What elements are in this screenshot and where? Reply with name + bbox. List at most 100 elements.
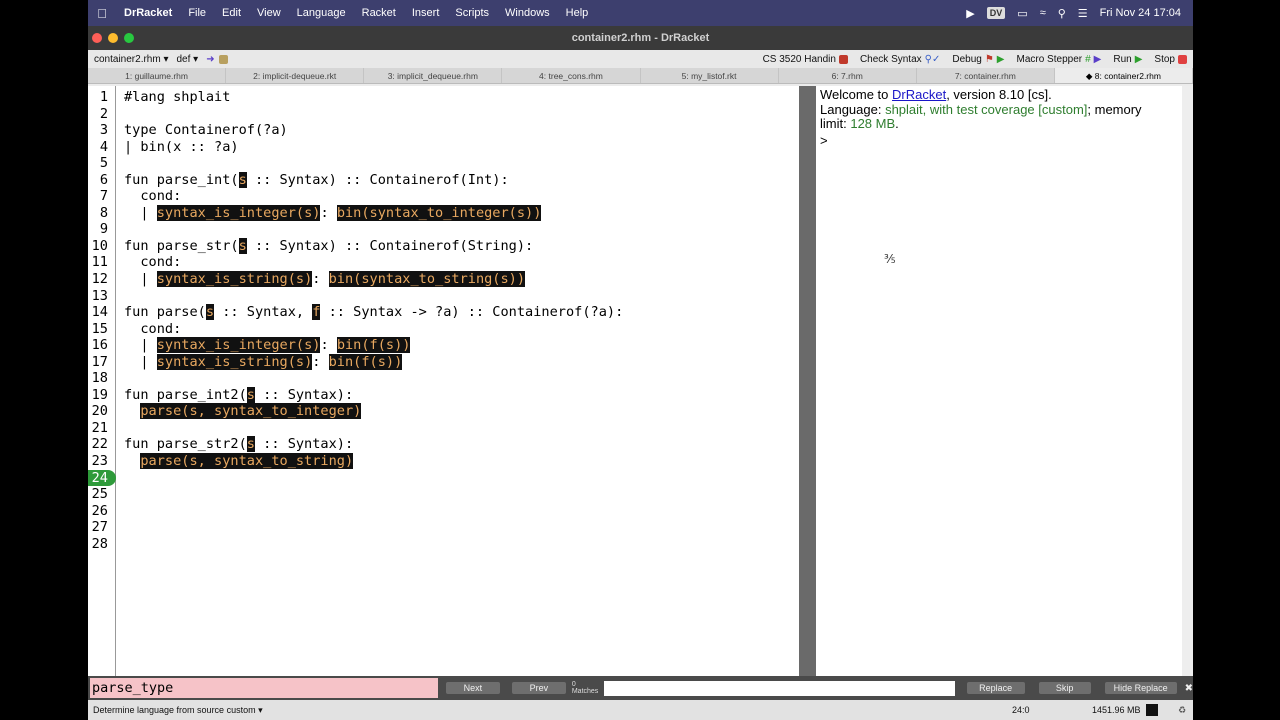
code-line[interactable]: 21	[88, 420, 623, 437]
code-line[interactable]: 10 fun parse_str(s :: Syntax) :: Containe…	[88, 237, 623, 255]
control-center-icon[interactable]: ☰	[1078, 7, 1088, 20]
search-input[interactable]: parse_type	[90, 678, 438, 698]
media-play-icon[interactable]: ▶	[966, 7, 974, 20]
code-line[interactable]: 11 cond:	[88, 254, 623, 271]
run-icon: ▶	[1134, 53, 1143, 65]
menu-racket[interactable]: Racket	[354, 7, 404, 19]
skip-button[interactable]: Skip	[1038, 682, 1091, 694]
run-button[interactable]: Run ▶	[1109, 54, 1146, 65]
code-line[interactable]: 27	[88, 519, 623, 536]
code-line[interactable]: 28	[88, 536, 623, 553]
find-prev-button[interactable]: Prev	[511, 682, 566, 694]
tab-container[interactable]: 7: container.rhm	[917, 68, 1055, 83]
menu-insert[interactable]: Insert	[404, 7, 448, 19]
code-line[interactable]: 19 fun parse_int2(s :: Syntax):	[88, 386, 623, 404]
tab-implicit-dequeue-rkt[interactable]: 2: implicit-dequeue.rkt	[226, 68, 365, 83]
replace-input[interactable]	[603, 680, 955, 696]
window-titlebar: container2.rhm - DrRacket	[88, 26, 1193, 50]
code-line[interactable]: 13	[88, 288, 623, 305]
definitions-popup-menu[interactable]: def ▾	[173, 54, 203, 65]
tab-guillaume[interactable]: 1: guillaume.rhm	[88, 68, 227, 83]
minimize-window-button[interactable]	[108, 33, 118, 43]
repl-memory-limit: limit: 128 MB.	[820, 116, 1178, 132]
line-number: 14	[91, 304, 108, 321]
code-line[interactable]: 14 fun parse(s :: Syntax, f :: Syntax -> …	[88, 304, 623, 321]
pane-splitter[interactable]	[799, 86, 816, 676]
interactions-pane[interactable]: Welcome to DrRacket, version 8.10 [cs]. …	[816, 86, 1182, 676]
code-highlight: bin(syntax_to_string(s))	[328, 271, 526, 288]
language-selector[interactable]: Determine language from source custom ▾	[93, 705, 263, 716]
code-line[interactable]: 20 parse(s, syntax_to_integer)	[88, 403, 623, 420]
check-syntax-button[interactable]: Check Syntax ⚲✓	[856, 54, 944, 65]
arrow-icon[interactable]: ➜	[202, 54, 218, 65]
line-number: 8	[99, 204, 108, 221]
code-line[interactable]: 4 | bin(x :: ?a)	[88, 139, 623, 156]
memory-usage[interactable]: 1451.96 MB	[1092, 705, 1141, 715]
save-icon[interactable]	[218, 54, 228, 64]
code-line[interactable]: 16 | syntax_is_integer(s): bin(f(s))	[88, 337, 623, 354]
code-line[interactable]: 3 type Containerof(?a)	[88, 122, 623, 139]
code-line[interactable]: 12 | syntax_is_string(s): bin(syntax_to_…	[88, 271, 623, 288]
tab-my-listof[interactable]: 5: my_listof.rkt	[641, 68, 779, 83]
code-area[interactable]: 1 #lang shplait 2 3 type Containerof(?a) 4 | b…	[88, 89, 623, 552]
wifi-icon[interactable]: ≈	[1040, 7, 1046, 19]
code-line[interactable]: 7 cond:	[88, 188, 623, 205]
definitions-editor[interactable]: 1 #lang shplait 2 3 type Containerof(?a) 4 | b…	[88, 86, 799, 676]
battery-icon[interactable]: ▭	[1017, 7, 1027, 20]
code-line[interactable]: 9	[88, 221, 623, 238]
code-line[interactable]: 18	[88, 370, 623, 387]
tab-tree-cons[interactable]: 4: tree_cons.rhm	[502, 68, 641, 83]
menu-edit[interactable]: Edit	[214, 7, 249, 19]
menu-app-name[interactable]: DrRacket	[116, 7, 180, 19]
code-text: fun parse(	[124, 304, 206, 321]
code-line[interactable]: 15 cond:	[88, 321, 623, 338]
menu-help[interactable]: Help	[558, 7, 597, 19]
menu-file[interactable]: File	[180, 7, 214, 19]
menu-language[interactable]: Language	[289, 7, 354, 19]
drracket-link[interactable]: DrRacket	[892, 87, 946, 102]
debug-button[interactable]: Debug ⚑ ▶	[948, 54, 1008, 65]
macro-stepper-button[interactable]: Macro Stepper # ▶	[1013, 54, 1106, 65]
recycle-icon[interactable]: ♻	[1178, 705, 1186, 716]
code-highlight: s	[246, 436, 255, 453]
line-number: 23	[91, 453, 108, 470]
hide-replace-button[interactable]: Hide Replace	[1104, 682, 1177, 694]
menu-scripts[interactable]: Scripts	[447, 7, 497, 19]
dv-badge[interactable]: DV	[986, 7, 1006, 19]
repl-version: , version 8.10 [cs].	[946, 87, 1052, 102]
apple-icon[interactable]: 	[88, 6, 116, 21]
zoom-window-button[interactable]	[124, 33, 134, 43]
code-line[interactable]: 25	[88, 486, 623, 503]
code-line[interactable]: 5	[88, 155, 623, 172]
search-icon[interactable]: ⚲	[1058, 7, 1066, 20]
file-popup-menu[interactable]: container2.rhm ▾	[90, 54, 173, 65]
line-number: 16	[91, 337, 108, 354]
code-line[interactable]: 22 fun parse_str2(s :: Syntax):	[88, 436, 623, 453]
code-line[interactable]: 1 #lang shplait	[88, 89, 623, 106]
code-line[interactable]: 17 | syntax_is_string(s): bin(f(s))	[88, 353, 623, 371]
code-line[interactable]: 2	[88, 106, 623, 123]
handin-button[interactable]: CS 3520 Handin	[759, 54, 852, 65]
code-line[interactable]: 26	[88, 503, 623, 520]
code-text: fun parse_str2(	[124, 436, 247, 453]
menubar-clock[interactable]: Fri Nov 24 17:04	[1100, 7, 1181, 19]
code-line[interactable]: 8 | syntax_is_integer(s): bin(syntax_to_…	[88, 204, 623, 222]
close-find-icon[interactable]: ✖	[1185, 683, 1193, 694]
code-highlight: parse(s, syntax_to_string)	[140, 453, 354, 470]
menu-view[interactable]: View	[249, 7, 289, 19]
code-line[interactable]: 6 fun parse_int(s :: Syntax) :: Container…	[88, 171, 623, 189]
code-line[interactable]: 24	[88, 469, 623, 487]
macro-stepper-icon: #	[1085, 53, 1091, 65]
find-next-button[interactable]: Next	[445, 682, 500, 694]
tab-7-rhm[interactable]: 6: 7.rhm	[779, 68, 917, 83]
repl-language: Language: shplait, with test coverage [c…	[820, 102, 1178, 118]
tab-container2[interactable]: ◆ 8: container2.rhm	[1054, 68, 1193, 83]
menu-windows[interactable]: Windows	[497, 7, 558, 19]
repl-scrollbar[interactable]	[1182, 86, 1193, 676]
code-line[interactable]: 23 parse(s, syntax_to_string)	[88, 453, 623, 470]
stop-button[interactable]: Stop	[1150, 54, 1191, 65]
replace-button[interactable]: Replace	[966, 682, 1025, 694]
tab-implicit-dequeue-rhm[interactable]: 3: implicit_dequeue.rhm	[364, 68, 503, 83]
close-window-button[interactable]	[92, 33, 102, 43]
repl-prompt[interactable]: >	[820, 133, 1178, 149]
